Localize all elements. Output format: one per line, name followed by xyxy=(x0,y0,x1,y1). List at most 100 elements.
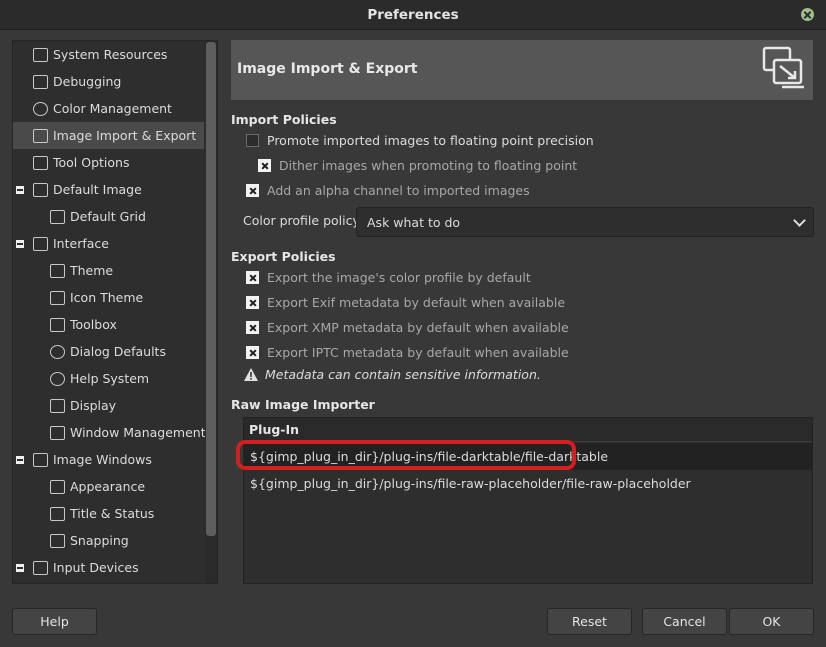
sidebar-item-label: Display xyxy=(70,398,117,413)
export-profile-checkbox-label: Export the image's color profile by defa… xyxy=(267,269,531,285)
sidebar-item-help-system[interactable]: Help System xyxy=(13,365,204,392)
plugin-column-header[interactable]: Plug-In xyxy=(244,418,812,442)
window-title: Preferences xyxy=(367,7,459,23)
warning-icon xyxy=(244,368,258,381)
tool-options-icon xyxy=(33,155,48,170)
export-profile-checkbox-row[interactable]: Export the image's color profile by defa… xyxy=(246,268,531,286)
color-profile-policy-label: Color profile policy: xyxy=(243,213,364,228)
cancel-button[interactable]: Cancel xyxy=(642,608,727,635)
title-status-icon xyxy=(50,506,65,521)
alpha-checkbox-label: Add an alpha channel to imported images xyxy=(267,182,530,198)
sidebar-item-label: Input Devices xyxy=(53,560,139,575)
sidebar-item-title-status[interactable]: Title & Status xyxy=(13,500,204,527)
sidebar-item-toolbox[interactable]: Toolbox xyxy=(13,311,204,338)
sidebar-item-label: Image Windows xyxy=(53,452,152,467)
alpha-checkbox-row[interactable]: Add an alpha channel to imported images xyxy=(246,181,530,199)
export-policies-heading: Export Policies xyxy=(231,249,336,264)
sidebar-item-snapping[interactable]: Snapping xyxy=(13,527,204,554)
plugin-path: ${gimp_plug_in_dir}/plug-ins/file-raw-pl… xyxy=(250,476,691,491)
toolbox-icon xyxy=(50,317,65,332)
sidebar-item-label: Default Grid xyxy=(70,209,146,224)
dither-checkbox[interactable] xyxy=(258,158,271,172)
sidebar-item-default-grid[interactable]: Default Grid xyxy=(13,203,204,230)
color-profile-policy-value: Ask what to do xyxy=(367,215,461,230)
appearance-icon xyxy=(50,479,65,494)
raw-importer-heading: Raw Image Importer xyxy=(231,397,375,412)
sidebar-item-debugging[interactable]: Debugging xyxy=(13,68,204,95)
table-row[interactable]: ${gimp_plug_in_dir}/plug-ins/file-raw-pl… xyxy=(244,470,812,497)
export-xmp-checkbox-label: Export XMP metadata by default when avai… xyxy=(267,319,569,335)
export-iptc-checkbox-row[interactable]: Export IPTC metadata by default when ava… xyxy=(246,343,569,361)
table-row[interactable]: ${gimp_plug_in_dir}/plug-ins/file-darkta… xyxy=(244,443,812,470)
grid-icon xyxy=(50,209,65,224)
help-lifebuoy-icon xyxy=(50,371,65,386)
chip-icon xyxy=(33,47,48,62)
export-exif-checkbox-label: Export Exif metadata by default when ava… xyxy=(267,294,566,310)
sidebar-item-tool-options[interactable]: Tool Options xyxy=(13,149,204,176)
plugin-path: ${gimp_plug_in_dir}/plug-ins/file-darkta… xyxy=(250,449,609,464)
sidebar-item-image-import-export[interactable]: Image Import & Export xyxy=(13,122,204,149)
metadata-warning-text: Metadata can contain sensitive informati… xyxy=(265,367,541,382)
promote-checkbox[interactable] xyxy=(246,133,259,147)
window-management-icon xyxy=(50,425,65,440)
plugin-column-header-label: Plug-In xyxy=(249,422,300,437)
sidebar-item-display[interactable]: Display xyxy=(13,392,204,419)
export-profile-checkbox[interactable] xyxy=(246,270,259,284)
sidebar-item-input-devices[interactable]: Input Devices xyxy=(13,554,204,581)
import-policies-heading: Import Policies xyxy=(231,112,337,127)
chevron-down-icon xyxy=(793,214,806,227)
export-iptc-checkbox-label: Export IPTC metadata by default when ava… xyxy=(267,344,569,360)
export-exif-checkbox[interactable] xyxy=(246,295,259,309)
export-xmp-checkbox[interactable] xyxy=(246,320,259,334)
sidebar-item-theme[interactable]: Theme xyxy=(13,257,204,284)
sidebar-item-label: Window Management xyxy=(70,425,206,440)
close-icon[interactable] xyxy=(801,8,814,21)
color-circles-icon xyxy=(33,101,48,116)
alpha-checkbox[interactable] xyxy=(246,183,259,197)
sidebar-item-label: Debugging xyxy=(53,74,122,89)
reset-button[interactable]: Reset xyxy=(547,608,632,635)
bug-icon xyxy=(33,74,48,89)
icon-theme-icon xyxy=(50,290,65,305)
sidebar-item-label: Icon Theme xyxy=(70,290,144,305)
preferences-tree[interactable]: System Resources Debugging Color Managem… xyxy=(12,40,218,584)
export-xmp-checkbox-row[interactable]: Export XMP metadata by default when avai… xyxy=(246,318,569,336)
help-button[interactable]: Help xyxy=(12,608,97,635)
ok-button[interactable]: OK xyxy=(729,608,814,635)
sidebar-item-label: System Resources xyxy=(53,47,168,62)
sidebar-item-default-image[interactable]: Default Image xyxy=(13,176,204,203)
image-window-icon xyxy=(33,452,48,467)
theme-icon xyxy=(50,263,65,278)
import-export-icon xyxy=(762,46,804,89)
sidebar-scrollbar[interactable] xyxy=(205,41,217,583)
sidebar-item-label: Tool Options xyxy=(53,155,130,170)
color-profile-policy-select[interactable]: Ask what to do xyxy=(356,207,814,237)
sidebar-item-label: Dialog Defaults xyxy=(70,344,166,359)
promote-checkbox-row[interactable]: Promote imported images to floating poin… xyxy=(246,131,594,149)
snapping-icon xyxy=(50,533,65,548)
sidebar-item-label: Appearance xyxy=(70,479,146,494)
metadata-warning: Metadata can contain sensitive informati… xyxy=(243,367,541,382)
export-iptc-checkbox[interactable] xyxy=(246,345,259,359)
sidebar-item-system-resources[interactable]: System Resources xyxy=(13,41,204,68)
promote-checkbox-label: Promote imported images to floating poin… xyxy=(267,132,594,148)
dither-checkbox-row[interactable]: Dither images when promoting to floating… xyxy=(258,156,577,174)
input-devices-icon xyxy=(33,560,48,575)
sidebar-item-label: Toolbox xyxy=(70,317,117,332)
export-exif-checkbox-row[interactable]: Export Exif metadata by default when ava… xyxy=(246,293,565,311)
sidebar-item-dialog-defaults[interactable]: Dialog Defaults xyxy=(13,338,204,365)
sidebar-item-icon-theme[interactable]: Icon Theme xyxy=(13,284,204,311)
sidebar-item-label: Title & Status xyxy=(70,506,155,521)
import-export-icon xyxy=(33,128,48,143)
dither-checkbox-label: Dither images when promoting to floating… xyxy=(279,157,578,173)
dialog-defaults-icon xyxy=(50,344,65,359)
raw-importer-list[interactable]: Plug-In ${gimp_plug_in_dir}/plug-ins/fil… xyxy=(243,417,813,584)
sidebar-scrollbar-thumb[interactable] xyxy=(206,42,216,536)
sidebar-item-image-windows[interactable]: Image Windows xyxy=(13,446,204,473)
sidebar-item-window-management[interactable]: Window Management xyxy=(13,419,206,446)
sidebar-item-appearance[interactable]: Appearance xyxy=(13,473,204,500)
title-bar: Preferences xyxy=(0,0,826,30)
sidebar-item-color-management[interactable]: Color Management xyxy=(13,95,204,122)
sidebar-item-interface[interactable]: Interface xyxy=(13,230,204,257)
interface-icon xyxy=(33,236,48,251)
